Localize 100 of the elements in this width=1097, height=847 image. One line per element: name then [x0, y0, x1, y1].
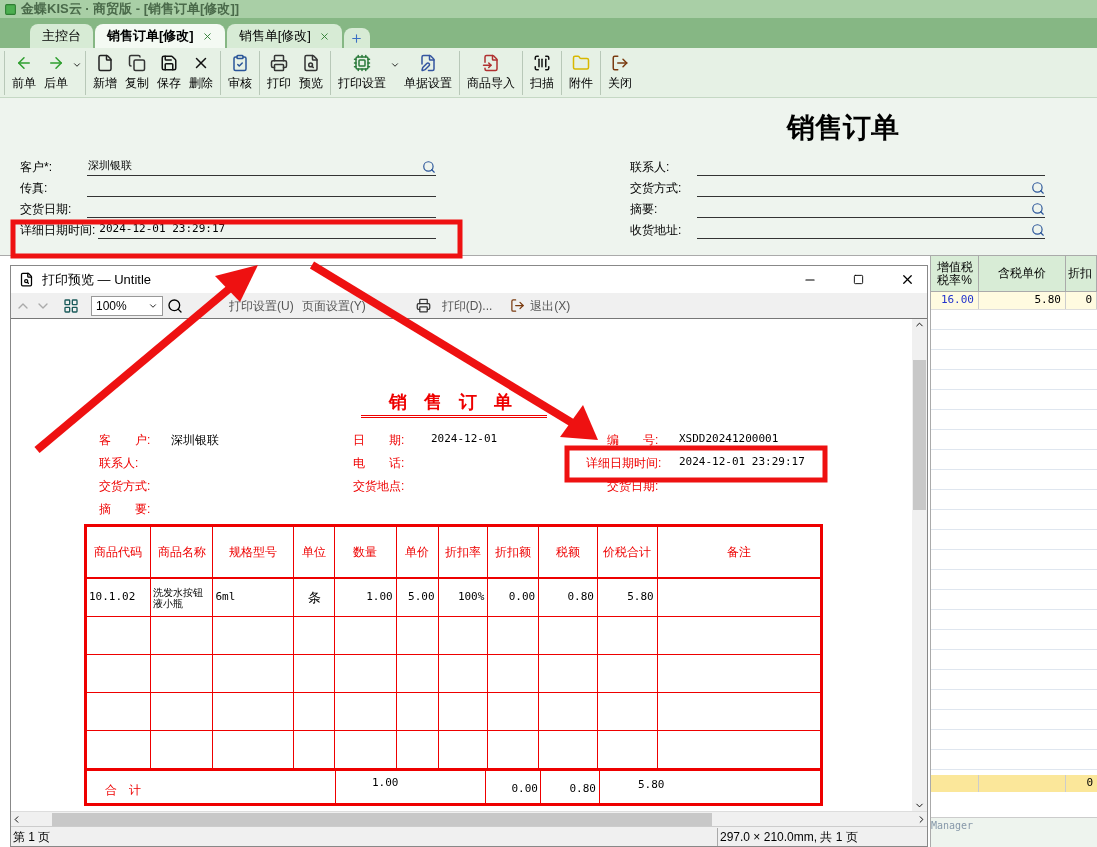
field-label: 交货地点:	[353, 477, 406, 495]
toolbar-button[interactable]: 打印设置	[334, 53, 390, 92]
input-field[interactable]: 深圳银联	[87, 158, 436, 176]
field-label: 客 户:	[99, 431, 152, 449]
toolbar-button[interactable]: 删除	[185, 53, 217, 92]
total-cell-text: 0	[1085, 775, 1094, 791]
preview-toolbar-button[interactable]: 退出(X)	[528, 296, 573, 315]
table-header-cell: 单位	[294, 527, 335, 577]
field-label: 详细日期时间:	[586, 454, 663, 472]
tab[interactable]: 销售单[修改]	[226, 24, 342, 48]
table-header-cell: 规格型号	[213, 527, 295, 577]
toolbar-button[interactable]: 新增	[89, 53, 121, 92]
table-header-cell: 数量	[335, 527, 397, 577]
table-header-cell: 折扣额	[488, 527, 540, 577]
form-title: 销售订单	[787, 111, 899, 144]
toolbar-button[interactable]: 打印	[263, 53, 295, 92]
column-header[interactable]: 折扣	[1066, 256, 1097, 291]
field-value: 深圳银联	[171, 431, 219, 449]
multi-page-icon[interactable]	[63, 297, 79, 314]
tab[interactable]: 销售订单[修改]	[95, 24, 225, 48]
barcode-icon	[533, 53, 551, 72]
import-icon	[482, 53, 500, 72]
document-title: 销 售 订 单	[361, 389, 547, 418]
printer-icon	[270, 53, 288, 72]
table-cell: 6ml	[213, 579, 295, 616]
table-header-cell: 税额	[539, 527, 598, 577]
table-cell: 0.00	[486, 771, 541, 803]
toolbar-button[interactable]: 单据设置	[400, 53, 456, 92]
table-cell: 0.00	[488, 579, 540, 616]
document-icon	[96, 53, 114, 72]
vertical-scrollbar[interactable]	[912, 319, 927, 811]
toolbar-button[interactable]: 审核	[224, 53, 256, 92]
tab[interactable]: 主控台	[30, 24, 93, 48]
field-value: 2024-12-01	[431, 431, 498, 448]
grid-cell: 16.00	[931, 292, 979, 309]
lookup-icon[interactable]	[1031, 201, 1045, 216]
toolbar-button[interactable]: 预览	[295, 53, 327, 92]
maximize-icon[interactable]	[853, 274, 864, 285]
table-header-cell: 价税合计	[597, 527, 658, 577]
toolbar-button[interactable]: 扫描	[526, 53, 558, 92]
tab-label: 主控台	[42, 27, 81, 46]
add-tab-button[interactable]	[343, 28, 370, 48]
close-icon[interactable]	[900, 272, 915, 287]
copy-icon	[128, 53, 146, 72]
table-cell-text: 5.80	[637, 777, 666, 793]
save-icon	[160, 53, 178, 72]
toolbar-button[interactable]: 后单	[40, 53, 72, 92]
table-cell: 100%	[438, 579, 489, 616]
table-cell: 10.1.02	[87, 579, 151, 616]
preview-toolbar-button[interactable]: 打印设置(U)	[227, 296, 296, 315]
status-text: 第 1 页	[12, 828, 51, 846]
column-header[interactable]: 含税单价	[979, 256, 1066, 291]
column-header[interactable]: 增值税税率%	[931, 256, 979, 291]
toolbar-button[interactable]: 保存	[153, 53, 185, 92]
input-field[interactable]	[697, 179, 1045, 197]
zoom-select[interactable]: 100%	[91, 295, 163, 316]
field-label: 摘 要:	[99, 500, 152, 518]
field-label: 摘要:	[630, 203, 659, 218]
preview-icon	[302, 53, 320, 72]
toolbar-button[interactable]: 商品导入	[463, 53, 519, 92]
input-field[interactable]	[697, 200, 1045, 218]
status-text: Manager	[931, 819, 974, 833]
table-header-cell-text: 备注	[725, 544, 752, 561]
horizontal-scrollbar[interactable]	[11, 811, 927, 826]
window-title: 打印预览 — Untitle	[42, 270, 152, 289]
folder-icon	[572, 53, 590, 72]
tab-label: 销售单[修改]	[238, 27, 311, 46]
table-cell: 条	[294, 579, 335, 616]
field-label: 交货方式:	[99, 477, 152, 495]
app-icon	[4, 2, 17, 16]
input-field[interactable]: 2024-12-01 23:29:17	[98, 221, 436, 239]
toolbar-button[interactable]: 复制	[121, 53, 153, 92]
table-header-cell: 单价	[396, 527, 439, 577]
lookup-icon[interactable]	[422, 159, 436, 174]
preview-toolbar-button[interactable]: 打印(D)...	[439, 296, 495, 315]
lookup-icon[interactable]	[1031, 180, 1045, 195]
field-value: 2024-12-01 23:29:17	[679, 454, 805, 471]
input-field[interactable]	[697, 221, 1045, 239]
toolbar-button[interactable]: 附件	[565, 53, 597, 92]
zoom-icon[interactable]	[167, 297, 183, 314]
field-label: 联系人:	[99, 454, 140, 472]
field-value: XSDD20241200001	[679, 431, 779, 448]
field-label: 交货方式:	[630, 182, 683, 197]
field-label: 详细日期时间:	[20, 224, 97, 239]
toolbar-button[interactable]: 前单	[8, 53, 40, 92]
lookup-icon[interactable]	[1031, 222, 1045, 237]
field-label: 电 话:	[353, 454, 406, 472]
preview-toolbar-button[interactable]: 页面设置(Y)	[299, 296, 368, 315]
toolbar-button[interactable]: 关闭	[604, 53, 636, 92]
field-label: 联系人:	[630, 161, 671, 176]
table-header-cell: 商品代码	[87, 527, 151, 577]
table-cell: 1.00	[335, 579, 397, 616]
total-label: 合 计	[105, 782, 141, 799]
field-label: 收货地址:	[630, 224, 683, 239]
grid-cell: 5.80	[979, 292, 1066, 309]
field-label: 传真:	[20, 182, 49, 197]
table-cell: 1.00	[336, 771, 486, 803]
table-cell: 0.80	[541, 771, 600, 803]
table-cell: 5.00	[396, 579, 439, 616]
form-edit-icon	[419, 53, 437, 72]
